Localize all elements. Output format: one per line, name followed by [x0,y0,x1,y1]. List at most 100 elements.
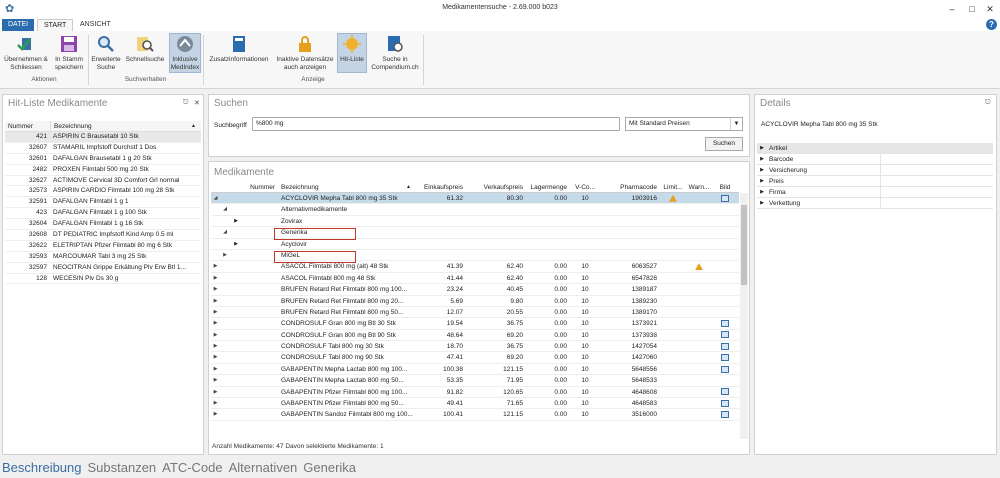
table-row[interactable]: ▶ BRUFEN Retard Ret Filmtabl 800 mg 20...… [211,296,739,307]
tab-beschreibung[interactable]: Beschreibung [2,460,82,475]
tab-file[interactable]: DATEI [2,19,35,31]
image-icon[interactable] [721,320,729,328]
list-item[interactable]: 128 WECESIN Plv Ds 30 g [5,274,201,285]
minimize-icon[interactable]: – [944,2,960,16]
details-category[interactable]: ▶ Artikel [757,143,993,154]
col-verkaufspreis[interactable]: Verkaufspreis [466,182,526,192]
tab-atc-code[interactable]: ATC-Code [162,460,222,475]
expand-icon[interactable]: ▶ [211,261,220,271]
show-inactive-button[interactable]: Inaktive Datensätze auch anzeigen [275,34,335,72]
expand-icon[interactable]: ▶ [211,364,220,374]
image-icon[interactable] [721,331,729,339]
expand-icon[interactable]: ▶ [211,375,220,385]
list-item[interactable]: 32573 ASPIRIN CARDIO Filmtabl 100 mg 28 S… [5,186,201,198]
table-row[interactable]: ▶ BRUFEN Retard Ret Filmtabl 800 mg 50...… [211,307,739,319]
table-row[interactable]: ▶ CONDROSULF Gran 800 mg Btl 30 Stk 19.54 3… [211,318,739,330]
search-compendium-button[interactable]: Suche in Compendium.ch [369,34,421,72]
expand-icon[interactable]: ▶ [230,216,242,226]
expand-icon[interactable]: ▶ [211,273,220,283]
quick-search-button[interactable]: Schnellsuche [123,34,167,64]
expand-icon[interactable]: ▶ [757,176,767,186]
table-row[interactable]: ▶ ASACOL Filmtabl 800 mg 48 Stk 41.44 62.40… [211,273,739,285]
list-item[interactable]: 2482 PROXEN Filmtabl 500 mg 20 Stk [5,165,201,176]
sub-row-acyclovir[interactable]: ▶ Acyclovir [211,239,739,250]
details-category[interactable]: ▶ Versicherung [757,165,993,176]
list-item[interactable]: 423 DAFALGAN Filmtabl 1 g 100 Stk [5,208,201,220]
tab-alternativen[interactable]: Alternativen [229,460,298,475]
expand-icon[interactable]: ▶ [757,165,767,175]
expand-icon[interactable]: ▶ [211,398,220,408]
col-bild[interactable]: Bild [712,182,738,192]
apply-close-button[interactable]: Übernehmen & Schliessen [2,34,50,72]
expand-icon[interactable]: ▶ [211,296,220,306]
expand-icon[interactable]: ▶ [211,341,220,351]
advanced-search-button[interactable]: Erweiterte Suche [90,34,122,72]
sub-row-zovirax[interactable]: ▶ Zovirax [211,216,739,228]
list-item[interactable]: 32601 DAFALGAN Brausetabl 1 g 20 Stk [5,154,201,165]
expand-icon[interactable]: ▶ [757,198,767,208]
table-row[interactable]: ▶ GABAPENTIN Pfizer Filmtabl 800 mg 50...… [211,398,739,410]
include-medindex-button[interactable]: Inklusive MedIndex [169,33,201,73]
details-category[interactable]: ▶ Firma [757,187,993,198]
expand-icon[interactable]: ▶ [211,318,220,328]
tab-view[interactable]: ANSICHT [74,19,117,31]
expand-icon[interactable]: ▶ [211,330,220,340]
list-item[interactable]: 421 ASPIRIN C Brausetabl 10 Stk [5,132,201,143]
chevron-down-icon[interactable]: ▼ [730,118,742,130]
table-row[interactable]: ▶ CONDROSULF Tabl 800 mg 90 Stk 47.41 69.20… [211,352,739,364]
expand-icon[interactable]: ▶ [757,143,767,153]
table-row[interactable]: ▶ ASACOL Filmtabl 800 mg (alt) 48 Stk 41.3… [211,261,739,273]
expand-icon[interactable]: ▶ [211,284,220,294]
search-button[interactable]: Suchen [705,137,743,151]
close-icon[interactable]: ✕ [982,2,998,16]
col-bezeichnung[interactable]: Bezeichnung ▲ [278,182,413,192]
table-row[interactable]: ▶ GABAPENTIN Sandoz Filmtabl 800 mg 100..… [211,409,739,421]
list-item[interactable]: 32597 NEOCITRAN Grippe Erkältung Plv Erw … [5,263,201,274]
search-input[interactable]: %800 mg [252,117,620,131]
table-row[interactable]: ▶ CONDROSULF Gran 800 mg Btl 90 Stk 48.64 6… [211,330,739,342]
tab-generika[interactable]: Generika [303,460,356,475]
close-panel-icon[interactable]: ✕ [194,99,200,107]
table-row[interactable]: ▶ GABAPENTIN Pfizer Filmtabl 800 mg 100..… [211,387,739,399]
list-item[interactable]: 32593 MARCOUMAR Tabl 3 mg 25 Stk [5,252,201,263]
list-item[interactable]: 32604 DAFALGAN Filmtabl 1 g 16 Stk [5,219,201,231]
save-to-master-button[interactable]: In Stamm speichern [52,34,86,72]
collapse-icon[interactable]: ◢ [220,204,230,214]
details-category[interactable]: ▶ Barcode [757,154,993,165]
image-icon[interactable] [721,399,729,407]
table-row[interactable]: ▶ GABAPENTIN Mepha Lactab 800 mg 100... 10… [211,364,739,376]
col-pharmacode[interactable]: Pharmacode [600,182,660,192]
sub-row-alternatives[interactable]: ◢ Alternativmedikamente [211,204,739,216]
collapse-icon[interactable]: ◢ [211,193,220,203]
expand-icon[interactable]: ▶ [757,154,767,164]
collapse-icon[interactable]: ◢ [220,227,230,237]
pin-icon[interactable]: ⎋ [183,99,189,107]
col-einkaufspreis[interactable]: Einkaufspreis [413,182,466,192]
table-row[interactable]: ▶ BRUFEN Retard Ret Filmtabl 800 mg 100..… [211,284,739,296]
details-category[interactable]: ▶ Verkettung [757,198,993,209]
list-item[interactable]: 32607 STAMARIL Impfstoff Durchstf 1 Dos [5,143,201,154]
hit-list-button[interactable]: Hit-Liste [337,33,367,73]
details-category[interactable]: ▶ Preis [757,176,993,187]
image-icon[interactable] [721,365,729,373]
image-icon[interactable] [721,194,729,202]
col-vco[interactable]: V-Co... [570,182,600,192]
col-lagermenge[interactable]: Lagermenge [526,182,570,192]
expand-icon[interactable]: ▶ [211,307,220,317]
tab-substanzen[interactable]: Substanzen [88,460,157,475]
expand-icon[interactable]: ▶ [757,187,767,197]
image-icon[interactable] [721,354,729,362]
list-item[interactable]: 32622 ELETRIPTAN Pfizer Filmtabl 80 mg 6 … [5,241,201,252]
image-icon[interactable] [721,342,729,350]
list-item[interactable]: 32627 ACTIMOVE Cervical 3D Comfort Grl no… [5,176,201,187]
expand-icon[interactable]: ▶ [211,409,220,419]
list-item[interactable]: 32608 DT PEDIATRIC Impfstoff Kind Amp 0.5… [5,230,201,241]
expand-icon[interactable]: ▶ [220,250,230,260]
list-item[interactable]: 32591 DAFALGAN Filmtabl 1 g 1 [5,197,201,209]
image-icon[interactable] [721,411,729,419]
vertical-scrollbar[interactable] [740,193,748,439]
table-row-selected[interactable]: ◢ ACYCLOVIR Mepha Tabl 800 mg 35 Stk 61.… [211,193,739,205]
table-row[interactable]: ▶ GABAPENTIN Mepha Lactab 800 mg 50... 53.… [211,375,739,387]
maximize-icon[interactable]: □ [964,2,980,16]
col-bezeichnung[interactable]: Bezeichnung [50,121,191,131]
